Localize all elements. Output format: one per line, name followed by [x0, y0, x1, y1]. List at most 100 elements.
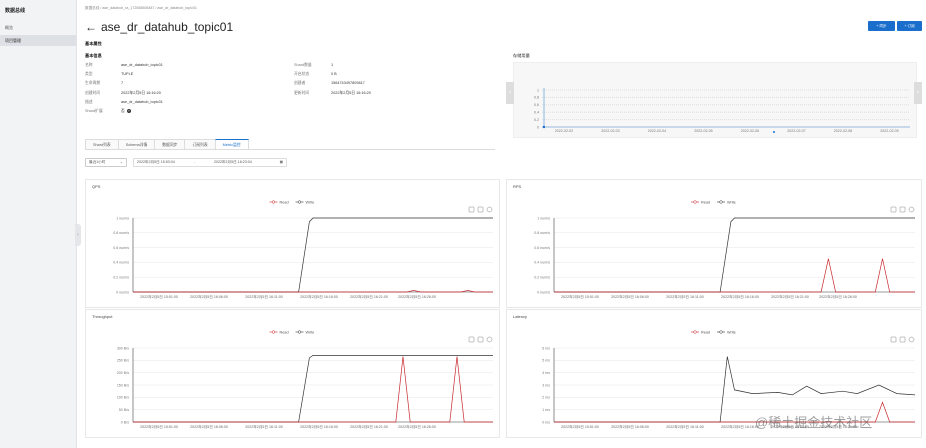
chart-tool-icon[interactable]: [890, 206, 897, 213]
info-value: ase_dr_datahub_topic01: [121, 63, 163, 67]
storage-y-tick: 0.8: [534, 96, 539, 100]
back-arrow-icon[interactable]: ←: [85, 20, 97, 34]
time-range-select[interactable]: 最近1小时 ⌄: [85, 158, 127, 167]
chart-x-tick: 2022年2月5日 16:16:00: [300, 294, 338, 299]
info-item: 生命周期 7: [85, 81, 123, 86]
info-item: Shard扩展 否?: [85, 109, 131, 114]
sync-button[interactable]: + 同步: [868, 21, 895, 31]
chart-x-tick: 2022年2月5日 15:51:00: [140, 294, 178, 299]
breadcrumb[interactable]: 数据总线 / ase_datahub_ra_172558508487 / ase…: [85, 6, 197, 11]
start-date: 2022年2月5日 15:53:04: [137, 160, 175, 164]
chart-tool-icon[interactable]: [486, 206, 493, 213]
legend-write[interactable]: Write: [727, 200, 736, 204]
metric-chart: Read Write 300 B/s 250 B/s 200 B/s 150 B/s 100…: [117, 330, 493, 429]
chart-tool-icon[interactable]: [899, 206, 906, 213]
storage-x-tick: 2022-02-02: [555, 129, 573, 133]
chart-x-tick: 2022年2月5日 16:11:00: [666, 424, 704, 429]
chart-y-tick: 0 num/s: [537, 290, 550, 294]
legend-read[interactable]: Read: [280, 200, 289, 204]
tab-schema[interactable]: Schema详情: [117, 139, 156, 149]
chart-x-tick: 2022年2月5日 16:26:00: [819, 294, 857, 299]
info-key: Shard扩展: [85, 109, 103, 113]
info-value: 2022年2月5日 16:16:20: [121, 90, 161, 95]
chart-x-tick: 2022年2月5日 16:21:00: [350, 424, 388, 429]
sidebar: 数据总线 概览 项目管理: [0, 0, 77, 448]
chart-y-tick: 300 B/s: [117, 346, 129, 350]
legend-read[interactable]: Read: [701, 330, 710, 334]
chart-tool-icon[interactable]: [468, 206, 475, 213]
storage-y-tick: 0.2: [534, 118, 539, 122]
subscribe-button[interactable]: + 订阅: [897, 21, 922, 31]
legend-read[interactable]: Read: [280, 330, 289, 334]
chevron-right-icon: ›: [916, 89, 920, 96]
chart-y-tick: 150 B/s: [117, 383, 129, 387]
info-value: 否: [121, 109, 125, 113]
info-key: 生命周期: [85, 81, 101, 86]
chart-y-tick: 5 ms: [542, 359, 550, 363]
help-icon[interactable]: ?: [126, 109, 131, 113]
info-value: 0 B: [331, 72, 337, 77]
chart-tool-icon[interactable]: [908, 336, 915, 343]
chart-x-tick: 2022年2月5日 16:26:00: [398, 424, 436, 429]
chart-y-tick: 3 ms: [542, 383, 550, 387]
info-key: 名称: [85, 63, 93, 67]
chart-y-tick: 0 num/s: [116, 290, 129, 294]
legend-read[interactable]: Read: [701, 200, 710, 204]
tab-sync[interactable]: 数据同步: [154, 139, 186, 149]
chart-y-tick: 4 ms: [542, 371, 550, 375]
legend-write[interactable]: Write: [306, 330, 315, 334]
chart-y-tick: 0.4 num/s: [113, 261, 129, 265]
chart-x-tick: 2022年2月5日 16:21:00: [771, 294, 809, 299]
subsection-basic-info: 基本信息: [85, 53, 102, 58]
sidebar-item-overview[interactable]: 概览: [0, 22, 76, 33]
legend-write-marker: [719, 200, 723, 204]
chart-tool-icon[interactable]: [477, 206, 484, 213]
section-basic: 基本属性: [85, 41, 102, 46]
info-item: 创建者 1564743497809817: [294, 81, 365, 86]
chart-tool-icon[interactable]: [468, 336, 475, 343]
chart-x-tick: 2022年2月5日 15:51:00: [561, 294, 599, 299]
storage-y-tick: 0.4: [534, 111, 539, 115]
chart-y-tick: 0.8 num/s: [113, 231, 129, 235]
metric-chart: Read Write 1 num/s 0.8 num/s 0.6 num/s 0.4 nu…: [113, 200, 493, 299]
legend-write-marker: [297, 200, 302, 204]
storage-x-tick: 2022-02-04: [648, 129, 666, 133]
chart-y-tick: 100 B/s: [117, 396, 129, 400]
chart-y-tick: 50 B/s: [119, 408, 129, 412]
legend-read-marker: [271, 330, 276, 334]
series-line: [554, 258, 915, 293]
chart-tool-icon[interactable]: [890, 336, 897, 343]
chart-x-tick: 2022年2月5日 16:16:00: [721, 294, 759, 299]
storage-x-tick: 2022-02-05: [694, 129, 712, 133]
series-line: [133, 356, 493, 423]
chart-tool-icon[interactable]: [477, 336, 484, 343]
chart-tool-icon[interactable]: [908, 206, 915, 213]
info-value: TUPLE: [121, 72, 134, 77]
date-range-picker[interactable]: 2022年2月5日 15:53:04 - 2022年2月5日 16:23:04 …: [133, 158, 287, 167]
tab-shard-list[interactable]: Shard列表: [85, 139, 119, 149]
chart-x-tick: 2022年2月5日 16:26:00: [398, 294, 436, 299]
chart-tool-icon[interactable]: [899, 336, 906, 343]
legend-write-marker: [719, 330, 723, 334]
storage-title: 存储用量: [513, 53, 530, 58]
chart-y-tick: 0.2 num/s: [113, 276, 129, 280]
info-value: 2022年2月5日 16:16:20: [331, 90, 371, 95]
storage-x-tick: 2022-02-03: [601, 129, 619, 133]
legend-write[interactable]: Write: [306, 200, 315, 204]
legend-write[interactable]: Write: [727, 330, 736, 334]
tab-subscriptions[interactable]: 订阅列表: [184, 139, 216, 149]
chart-y-tick: 200 B/s: [117, 371, 129, 375]
chevron-left-icon: ‹: [508, 89, 512, 96]
chart-tool-icon[interactable]: [486, 336, 493, 343]
sidebar-collapse-handle[interactable]: ‹: [75, 224, 81, 246]
info-item: 名称 ase_dr_datahub_topic01: [85, 63, 163, 68]
storage-prev-button[interactable]: ‹: [506, 82, 514, 104]
info-item: Shard数量 1: [294, 63, 333, 68]
chart-y-tick: 2 ms: [542, 396, 550, 400]
info-key: 创建者: [294, 81, 306, 86]
tab-metric[interactable]: Metric监控: [214, 139, 249, 149]
storage-chart-panel: 1 0.8 0.6 0.4 0.2 0 2022-02-02 2022-02-03 2022-0…: [513, 62, 917, 138]
storage-next-button[interactable]: ›: [914, 82, 922, 104]
sidebar-item-projects[interactable]: 项目管理: [0, 35, 76, 46]
chart-x-tick: 2022年2月5日 16:16:00: [300, 424, 338, 429]
